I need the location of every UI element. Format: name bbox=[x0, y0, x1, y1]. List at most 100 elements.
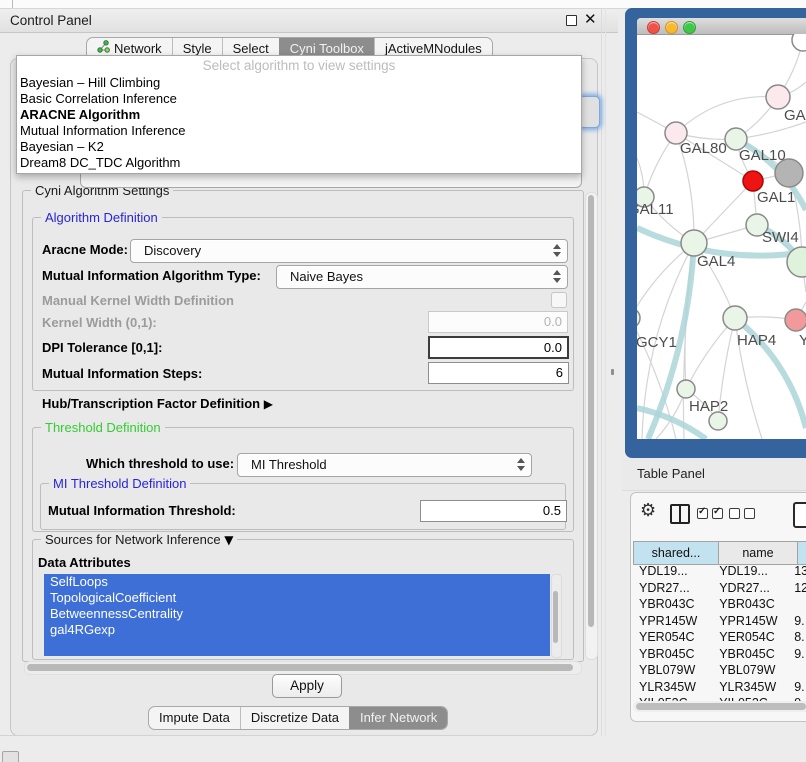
column-header-shared[interactable]: shared... bbox=[633, 541, 719, 565]
node-label-gal10: GAL10 bbox=[739, 147, 786, 164]
mac-close-icon[interactable] bbox=[647, 21, 660, 34]
column-header-a[interactable]: A bbox=[797, 541, 806, 565]
table-panel-card: ⚙ shared...nameA YDL19...YDL19...13YDR27… bbox=[630, 492, 806, 722]
expand-right-icon: ▶ bbox=[264, 397, 273, 411]
divider-handle[interactable] bbox=[611, 369, 614, 375]
network-window-titlebar[interactable] bbox=[637, 18, 806, 35]
close-icon[interactable]: ✕ bbox=[584, 10, 597, 28]
table-row[interactable]: YPR145WYPR145W9. bbox=[634, 613, 806, 630]
which-threshold-label: Which threshold to use: bbox=[86, 456, 234, 471]
table-cell: YLR345W bbox=[711, 679, 786, 696]
data-attributes-list[interactable]: SelfLoopsTopologicalCoefficientBetweenne… bbox=[44, 574, 550, 656]
table-cell: 8. bbox=[786, 629, 806, 646]
sources-toggle[interactable]: Sources for Network Inference ▼ bbox=[41, 532, 237, 547]
stepper-icon bbox=[553, 244, 561, 257]
hub-definition-toggle[interactable]: Hub/Transcription Factor Definition ▶ bbox=[42, 396, 273, 411]
scrollbar-thumb[interactable] bbox=[636, 703, 806, 710]
table-cell: 13 bbox=[786, 563, 806, 580]
list-vertical-scrollbar[interactable] bbox=[551, 574, 562, 658]
algorithm-option[interactable]: Bayesian – K2 bbox=[20, 139, 578, 155]
attribute-item-selected[interactable]: TopologicalCoefficient bbox=[44, 590, 550, 606]
float-window-icon[interactable] bbox=[566, 15, 577, 26]
network-node-node-a[interactable] bbox=[792, 34, 806, 51]
table-cell: YDL19... bbox=[711, 563, 786, 580]
scrollbar-thumb[interactable] bbox=[588, 195, 594, 627]
column-header-name[interactable]: name bbox=[718, 541, 798, 565]
panel-bottom-edge bbox=[0, 735, 592, 736]
table-row[interactable]: YDL19...YDL19...13 bbox=[634, 563, 806, 580]
mi-steps-field[interactable]: 6 bbox=[428, 362, 569, 384]
algorithm-option[interactable]: Dream8 DC_TDC Algorithm bbox=[20, 155, 578, 171]
mac-zoom-icon[interactable] bbox=[683, 21, 696, 34]
tab-label: Infer Network bbox=[360, 707, 437, 729]
algorithm-option[interactable]: Mutual Information Inference bbox=[20, 123, 578, 139]
table-row[interactable]: YBR043CYBR043C bbox=[634, 596, 806, 613]
horizontal-scrollbar[interactable] bbox=[24, 661, 582, 675]
network-edge bbox=[676, 97, 778, 133]
which-threshold-select[interactable]: MI Threshold bbox=[237, 453, 532, 477]
tab-impute-data[interactable]: Impute Data bbox=[149, 707, 240, 729]
mi-algorithm-type-select[interactable]: Naive Bayes bbox=[276, 265, 568, 289]
algorithm-option[interactable]: Basic Correlation Inference bbox=[20, 91, 578, 107]
table-cell: YDL19... bbox=[634, 563, 711, 580]
tab-infer-network[interactable]: Infer Network bbox=[349, 707, 447, 729]
deselect-all-checkboxes-icon[interactable] bbox=[729, 508, 755, 519]
attribute-item-selected[interactable]: BetweennessCentrality bbox=[44, 606, 550, 622]
table-row[interactable]: YBL079WYBL079W bbox=[634, 662, 806, 679]
apply-button[interactable]: Apply bbox=[272, 674, 342, 698]
algorithm-option[interactable]: Bayesian – Hill Climbing bbox=[20, 75, 578, 91]
table-cell bbox=[786, 662, 806, 679]
aracne-mode-select[interactable]: Discovery bbox=[130, 239, 568, 263]
table-cell: YDR27... bbox=[711, 580, 786, 597]
scrollbar-thumb[interactable] bbox=[27, 664, 573, 671]
control-panel-header: Control Panel ✕ bbox=[0, 9, 618, 33]
mac-minimize-icon[interactable] bbox=[665, 21, 678, 34]
table-cell: YER054C bbox=[634, 629, 711, 646]
table-cell bbox=[786, 596, 806, 613]
dpi-tolerance-field[interactable]: 0.0 bbox=[428, 336, 569, 359]
gear-icon[interactable]: ⚙ bbox=[640, 500, 656, 521]
attribute-item-selected[interactable]: gal4RGexp bbox=[44, 622, 550, 638]
network-node-hap2[interactable] bbox=[677, 380, 695, 398]
stepper-icon bbox=[517, 458, 525, 471]
table-row[interactable]: YER054CYER054C8. bbox=[634, 629, 806, 646]
table-cell: 9. bbox=[786, 646, 806, 663]
table-header-row: shared...nameA bbox=[634, 541, 806, 563]
table-cell: 9. bbox=[786, 679, 806, 696]
manual-kernel-checkbox[interactable] bbox=[551, 292, 567, 308]
export-table-icon[interactable] bbox=[793, 502, 806, 528]
network-view-window[interactable]: GALGAL80GAL10GAL1GAL11SWI4GAL4GCY1HAP4YH… bbox=[637, 18, 806, 439]
mi-steps-label: Mutual Information Steps: bbox=[42, 366, 202, 381]
table-horizontal-scrollbar[interactable] bbox=[633, 701, 806, 712]
tab-discretize-data[interactable]: Discretize Data bbox=[240, 707, 349, 729]
network-node-gcy1[interactable] bbox=[637, 308, 640, 328]
mi-algorithm-type-label: Mutual Information Algorithm Type: bbox=[42, 268, 261, 283]
scrollbar-thumb[interactable] bbox=[553, 591, 558, 643]
network-node-node-c[interactable] bbox=[785, 309, 806, 331]
table-row[interactable]: YDR27...YDR27...12 bbox=[634, 580, 806, 597]
top-strip-divider bbox=[12, 0, 13, 8]
settings-vertical-scrollbar[interactable] bbox=[585, 192, 598, 660]
network-canvas[interactable]: GALGAL80GAL10GAL1GAL11SWI4GAL4GCY1HAP4YH… bbox=[637, 34, 806, 439]
table-row[interactable]: YLR345WYLR345W9. bbox=[634, 679, 806, 696]
kernel-width-field[interactable]: 0.0 bbox=[428, 311, 568, 333]
panel-title: Control Panel bbox=[10, 13, 92, 28]
hub-definition-label: Hub/Transcription Factor Definition bbox=[42, 396, 260, 411]
network-node-node-gray[interactable] bbox=[775, 159, 803, 187]
dpi-tolerance-label: DPI Tolerance [0,1]: bbox=[42, 340, 162, 355]
table-cell: YBR045C bbox=[711, 646, 786, 663]
network-node-gal2[interactable] bbox=[766, 85, 790, 109]
algorithm-option[interactable]: ARACNE Algorithm bbox=[20, 107, 578, 123]
table-body: YDL19...YDL19...13YDR27...YDR27...12YBR0… bbox=[634, 563, 806, 701]
node-label-swi4: SWI4 bbox=[762, 229, 799, 246]
mi-threshold-field[interactable]: 0.5 bbox=[420, 500, 567, 522]
split-columns-icon[interactable] bbox=[670, 504, 690, 524]
attribute-item-selected[interactable]: SelfLoops bbox=[44, 574, 550, 590]
network-node-gal1[interactable] bbox=[743, 171, 763, 191]
select-all-checkboxes-icon[interactable] bbox=[697, 508, 723, 519]
table-row[interactable]: YBR045CYBR045C9. bbox=[634, 646, 806, 663]
network-node-node-d[interactable] bbox=[709, 412, 727, 430]
network-node-hap4[interactable] bbox=[723, 306, 747, 330]
node-label-gal2: GAL bbox=[784, 107, 806, 124]
bottom-left-icon[interactable] bbox=[2, 751, 19, 762]
